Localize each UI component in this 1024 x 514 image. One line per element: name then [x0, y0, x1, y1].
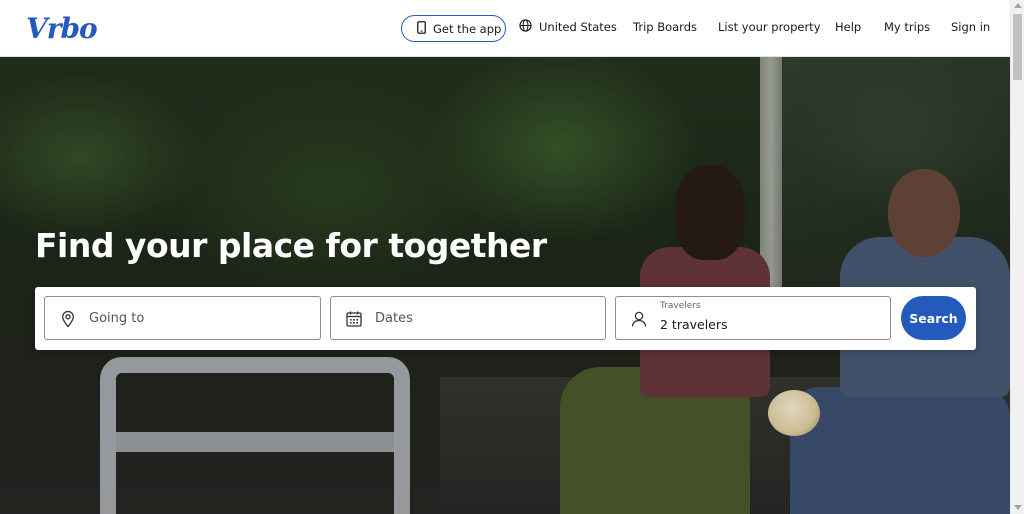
going-to-placeholder: Going to [89, 311, 145, 326]
globe-icon [519, 19, 532, 35]
hero-title: Find your place for together [35, 226, 547, 265]
phone-icon [417, 20, 426, 37]
country-selector[interactable]: United States [519, 19, 617, 35]
dates-field[interactable]: Dates [330, 296, 606, 340]
search-panel: Going to Dates Travelers 2 travelers Sea… [35, 287, 976, 350]
going-to-field[interactable]: Going to [44, 296, 321, 340]
country-label: United States [539, 20, 617, 34]
travelers-value: 2 travelers [660, 317, 728, 332]
nav-help[interactable]: Help [835, 20, 861, 34]
nav-my-trips[interactable]: My trips [884, 20, 930, 34]
nav-sign-in[interactable]: Sign in [951, 20, 990, 34]
travelers-field[interactable]: Travelers 2 travelers [615, 296, 891, 340]
hero-overlay [0, 57, 1010, 514]
nav-list-your-property[interactable]: List your property [718, 20, 821, 34]
travelers-label: Travelers [660, 301, 701, 311]
scroll-down-arrow-icon[interactable] [1014, 505, 1022, 510]
location-pin-icon [59, 310, 77, 328]
top-header: Vrbo Get the app United States Trip Boar… [0, 0, 1010, 57]
nav-trip-boards[interactable]: Trip Boards [633, 20, 697, 34]
get-the-app-button[interactable]: Get the app [401, 15, 506, 42]
scroll-up-arrow-icon[interactable] [1014, 3, 1022, 8]
scroll-thumb[interactable] [1013, 14, 1022, 80]
page-scrollbar[interactable] [1010, 0, 1024, 514]
get-the-app-label: Get the app [433, 21, 502, 36]
vrbo-logo[interactable]: Vrbo [26, 12, 98, 45]
person-icon [630, 310, 648, 328]
calendar-icon [345, 310, 363, 328]
hero-banner: Find your place for together Going to Da… [0, 57, 1010, 514]
dates-placeholder: Dates [375, 311, 413, 326]
search-button[interactable]: Search [901, 296, 966, 340]
